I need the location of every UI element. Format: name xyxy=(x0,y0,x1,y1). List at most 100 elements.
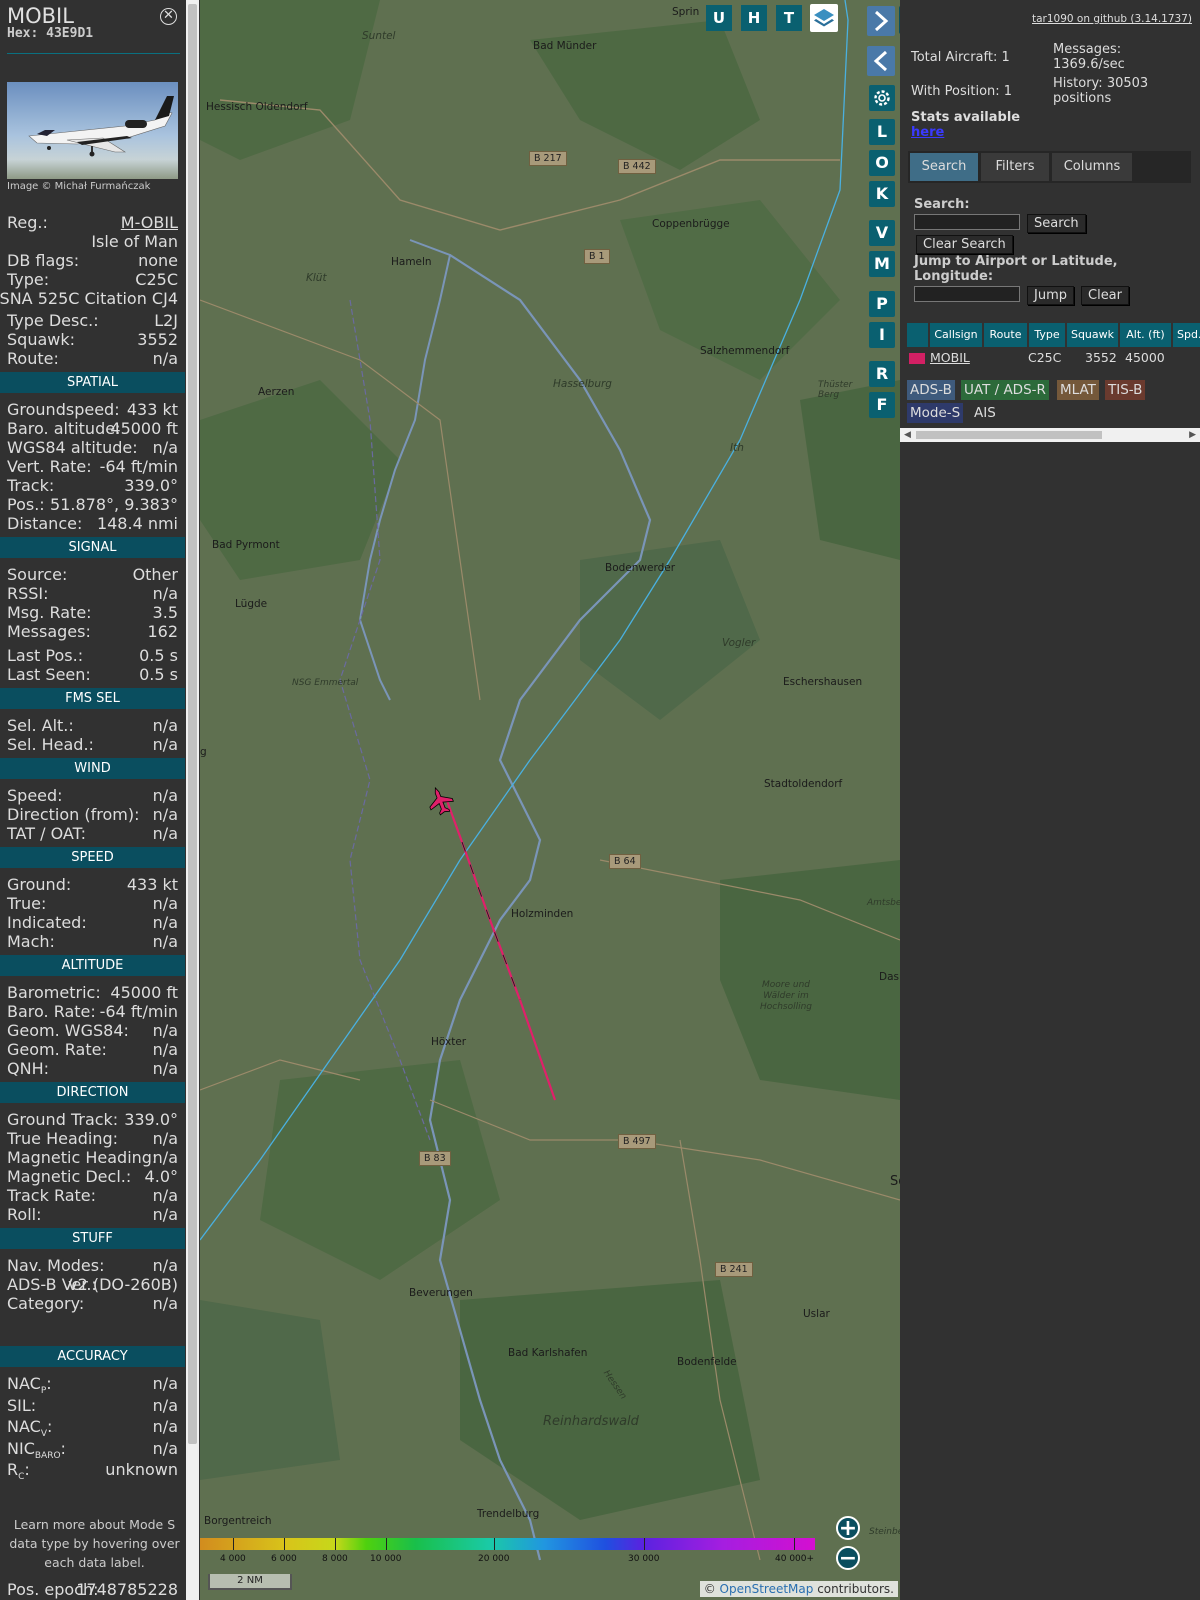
detail-label: Track Rate: xyxy=(7,1186,97,1205)
column-header-route[interactable]: Route xyxy=(984,323,1027,347)
stats-here-link[interactable]: here xyxy=(911,125,944,140)
source-chip-ais: AIS xyxy=(974,405,996,421)
clear-button[interactable]: Clear xyxy=(1081,286,1129,305)
column-header-speed[interactable]: Spd. xyxy=(1173,323,1200,347)
sidebar-scrollbar[interactable] xyxy=(186,0,199,1600)
table-horizontal-scrollbar[interactable]: ◀ ▶ xyxy=(900,428,1200,442)
toggle-button-m[interactable]: M xyxy=(869,251,895,277)
column-header-altitude[interactable]: Alt. (ft) xyxy=(1120,323,1171,347)
altitude-color-legend xyxy=(200,1538,815,1551)
registration-link[interactable]: M-OBIL xyxy=(121,213,178,232)
toggle-button-k[interactable]: K xyxy=(869,181,895,207)
column-header-flag[interactable] xyxy=(907,323,928,347)
zoom-in-icon[interactable]: + xyxy=(836,1516,860,1540)
detail-row: RSSI: n/a xyxy=(7,584,178,603)
detail-value: v2 (DO-260B) xyxy=(68,1275,178,1294)
toggle-button-u[interactable]: U xyxy=(706,5,732,31)
detail-row: Speed: n/a xyxy=(7,786,178,805)
legend-tick xyxy=(233,1538,234,1550)
toggle-button-p[interactable]: P xyxy=(869,291,895,317)
zoom-out-icon[interactable]: − xyxy=(836,1546,860,1570)
detail-label: Magnetic Heading: xyxy=(7,1148,158,1167)
chevron-left-icon[interactable] xyxy=(867,46,895,76)
source-chip-uat-adsr: UAT / ADS-R xyxy=(961,380,1049,400)
toggle-button-i[interactable]: I xyxy=(869,322,895,348)
map-label-hasselburg: Hasselburg xyxy=(553,378,612,390)
github-link[interactable]: tar1090 on github (3.14.1737) xyxy=(1032,13,1192,25)
jump-button[interactable]: Jump xyxy=(1027,286,1074,305)
toggle-button-t[interactable]: T xyxy=(776,5,802,31)
messages-rate: 1369.6/sec xyxy=(1053,57,1125,72)
detail-row: SIL: n/a xyxy=(7,1396,178,1415)
detail-label: Direction (from): xyxy=(7,805,140,824)
map-label-vogler: Vogler xyxy=(722,637,756,649)
map[interactable]: Suntel Bad Münder Hessisch Oldendorf Cop… xyxy=(200,0,900,1600)
with-position: With Position: 1 xyxy=(911,84,1013,99)
detail-value: 51.878°, 9.383° xyxy=(50,495,178,514)
detail-row: Category: n/a xyxy=(7,1294,178,1313)
detail-row: Reg.: M-OBIL xyxy=(7,213,178,232)
aircraft-photo[interactable] xyxy=(7,82,178,179)
stats-available-label: Stats available xyxy=(911,110,1021,125)
search-label: Search: xyxy=(914,197,970,212)
source-chip-adsb: ADS-B xyxy=(907,380,955,400)
jump-input[interactable] xyxy=(914,286,1020,302)
toggle-button-f[interactable]: F xyxy=(869,392,895,418)
detail-value: C25C xyxy=(135,270,178,289)
detail-row: Last Pos.: 0.5 s xyxy=(7,646,178,665)
detail-value: n/a xyxy=(152,805,178,824)
scroll-right-icon[interactable]: ▶ xyxy=(1189,430,1196,440)
table-scrollbar-thumb[interactable] xyxy=(916,431,1102,439)
detail-label: Sel. Alt.: xyxy=(7,716,74,735)
road-label-b217: B 217 xyxy=(529,151,567,166)
detail-value: 0.5 s xyxy=(139,646,178,665)
detail-row: WGS84 altitude: n/a xyxy=(7,438,178,457)
detail-row: Messages: 162 xyxy=(7,622,178,641)
aircraft-row-callsign[interactable]: MOBIL xyxy=(930,348,970,367)
aircraft-header: MOBIL Hex: 43E9D1 xyxy=(7,4,93,41)
search-input[interactable] xyxy=(914,214,1020,230)
tab-filters[interactable]: Filters xyxy=(981,153,1049,181)
clear-search-button[interactable]: Clear Search xyxy=(916,235,1013,254)
aircraft-hex: Hex: 43E9D1 xyxy=(7,26,94,41)
toggle-button-o[interactable]: O xyxy=(869,150,895,176)
detail-row: Direction (from): n/a xyxy=(7,805,178,824)
legend-tick xyxy=(335,1538,336,1550)
tab-columns[interactable]: Columns xyxy=(1052,153,1132,181)
close-icon[interactable]: ✕ xyxy=(160,8,177,25)
detail-value: n/a xyxy=(152,786,178,805)
detail-label-colon: : xyxy=(24,1460,30,1479)
tab-search[interactable]: Search xyxy=(910,153,978,181)
detail-value: n/a xyxy=(152,1021,178,1040)
column-header-type[interactable]: Type xyxy=(1029,323,1065,347)
sidebar-scrollbar-thumb[interactable] xyxy=(188,4,197,1444)
road-label-b64: B 64 xyxy=(609,854,641,869)
chevron-right-icon[interactable] xyxy=(867,6,895,36)
road-label-b1: B 1 xyxy=(584,249,610,264)
toggle-button-h[interactable]: H xyxy=(741,5,767,31)
settings-gear-icon[interactable] xyxy=(869,85,895,111)
search-button[interactable]: Search xyxy=(1027,214,1086,233)
detail-row: Vert. Rate: -64 ft/min xyxy=(7,457,178,476)
detail-label: Msg. Rate: xyxy=(7,603,92,622)
column-header-callsign[interactable]: Callsign xyxy=(930,323,982,347)
road-label-b241: B 241 xyxy=(715,1262,753,1277)
map-label-moore-und-waelder: Moore und Wälder im Hochsolling xyxy=(759,980,813,1012)
map-label-uslar: Uslar xyxy=(803,1308,830,1320)
map-label-sprin: Sprin xyxy=(672,6,700,18)
detail-label: Reg.: xyxy=(7,213,48,232)
detail-label: True: xyxy=(7,894,47,913)
map-label-suntel: Suntel xyxy=(362,30,396,42)
legend-label-10000: 10 000 xyxy=(370,1554,402,1564)
detail-label-group: RC: xyxy=(7,1460,30,1487)
toggle-button-l[interactable]: L xyxy=(869,119,895,145)
layers-icon[interactable] xyxy=(810,4,838,32)
openstreetmap-link[interactable]: OpenStreetMap xyxy=(720,1582,814,1596)
detail-value: Other xyxy=(132,565,178,584)
column-header-squawk[interactable]: Squawk xyxy=(1067,323,1118,347)
scroll-left-icon[interactable]: ◀ xyxy=(904,430,911,440)
legend-label-20000: 20 000 xyxy=(478,1554,510,1564)
panel-tabs: Search Filters Columns xyxy=(908,151,1191,183)
toggle-button-r[interactable]: R xyxy=(869,361,895,387)
toggle-button-v[interactable]: V xyxy=(869,220,895,246)
